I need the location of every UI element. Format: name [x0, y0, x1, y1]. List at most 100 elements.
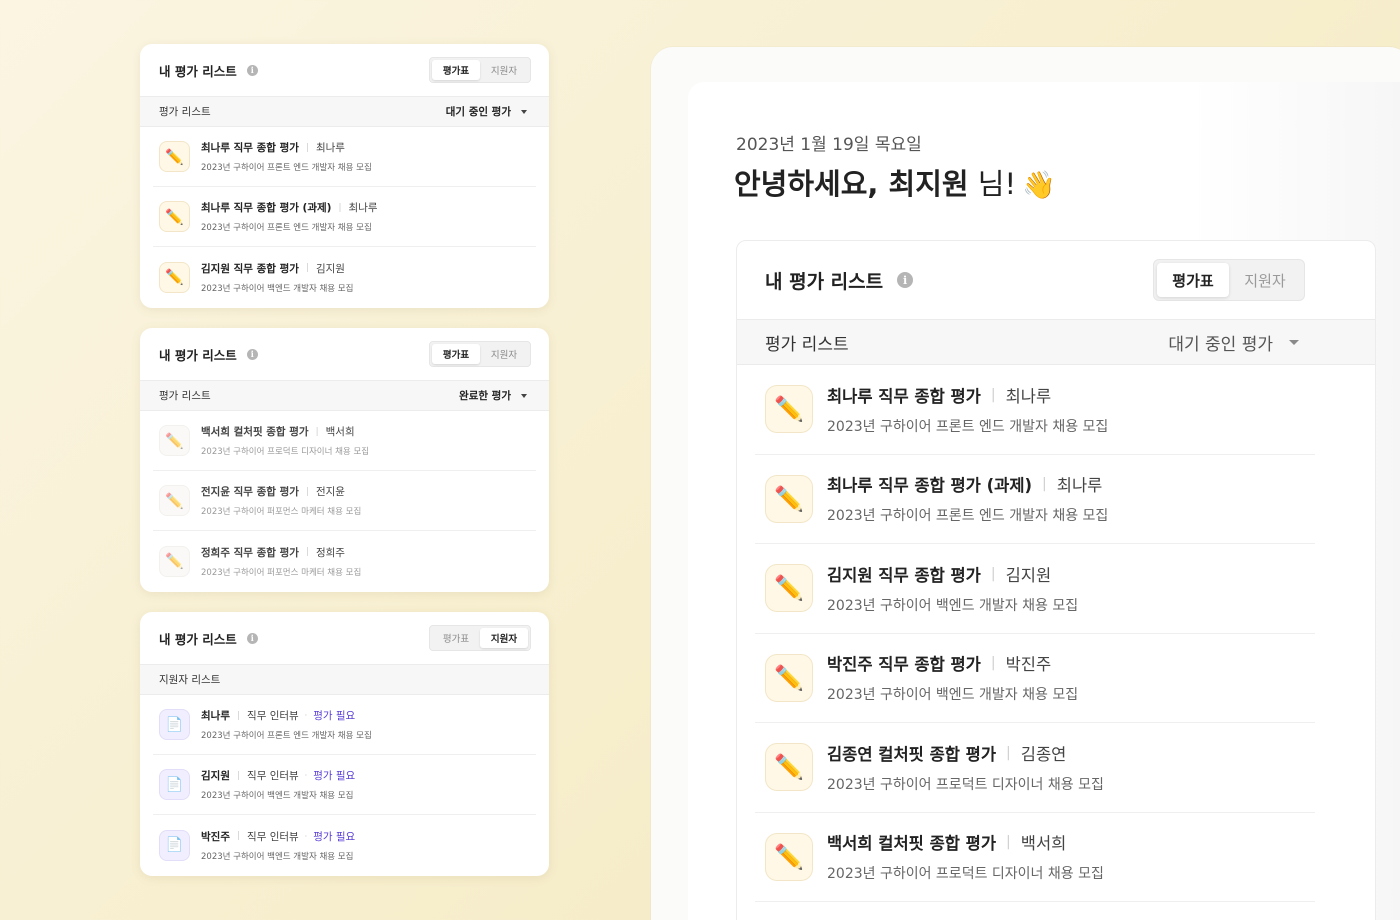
status-tag: 평가 필요 — [313, 770, 356, 782]
list-item[interactable]: ✏️ 김지원 직무 종합 평가 | 김지원 2023년 구하이어 백엔드 개발자 채… — [755, 544, 1315, 634]
separator: | — [305, 486, 309, 497]
pencil-icon: ✏️ — [159, 545, 190, 577]
item-name: 최나루 — [1005, 386, 1052, 406]
item-title: 최나루 직무 종합 평가 (과제) — [827, 476, 1033, 496]
applicant-name: 김지원 — [201, 770, 230, 782]
info-icon[interactable]: i — [246, 632, 258, 644]
caret-down-icon — [521, 109, 527, 114]
interview-type: 직무 인터뷰 — [247, 770, 299, 782]
separator: | — [236, 710, 241, 721]
tab-applicants[interactable]: 지원자 — [480, 60, 528, 80]
list-label: 평가 리스트 — [765, 334, 849, 355]
item-title: 박진주 직무 종합 평가 — [827, 655, 981, 675]
item-desc: 2023년 구하이어 퍼포먼스 마케터 채용 모집 — [201, 507, 362, 517]
item-name: 전지윤 — [315, 486, 345, 498]
tab-eval-sheet[interactable]: 평가표 — [432, 60, 480, 80]
item-name: 최나루 — [1056, 476, 1103, 496]
status-dropdown[interactable]: 대기 중인 평가 — [446, 104, 527, 119]
list-item[interactable]: ✏️ 김지원 직무 종합 평가 | 김지원 2023년 구하이어 백엔드 개발자 채… — [153, 247, 536, 307]
item-title: 김지원 직무 종합 평가 — [827, 565, 981, 585]
main-eval-list-card: 내 평가 리스트 i 평가표 지원자 평가 리스트 대기 중인 평가 ✏️ 최나… — [736, 240, 1376, 920]
list-item[interactable]: ✏️ 전지윤 직무 종합 평가 | 전지윤 2023년 구하이어 퍼포먼스 마케터 … — [153, 471, 536, 531]
pencil-icon: ✏️ — [765, 743, 813, 792]
list-item[interactable]: ✏️ 최나루 직무 종합 평가 | 최나루 2023년 구하이어 프론트 엔드 개발… — [755, 365, 1315, 455]
separator: | — [305, 547, 309, 557]
separator: | — [1042, 476, 1047, 493]
item-desc: 2023년 구하이어 프론트 엔드 개발자 채용 모집 — [827, 418, 1109, 435]
view-toggle: 평가표 지원자 — [1153, 259, 1305, 301]
document-icon: 📄 — [159, 709, 190, 740]
card-header: 내 평가 리스트 i 평가표 지원자 — [737, 241, 1375, 319]
info-icon[interactable]: i — [897, 272, 914, 288]
item-name: 박진주 — [1005, 655, 1052, 675]
list-item[interactable]: ✏️ 정희주 직무 종합 평가 | 정희주 2023년 구하이어 퍼포먼스 마케터 … — [153, 531, 536, 591]
pencil-icon: ✏️ — [159, 485, 190, 516]
list-item[interactable]: ✏️ 최나루 직무 종합 평가 | 최나루 2023년 구하이어 프론트 엔드 개발… — [153, 127, 536, 187]
caret-down-icon — [1289, 339, 1299, 345]
card-title: 내 평가 리스트 — [159, 631, 237, 647]
separator: | — [1006, 744, 1011, 761]
separator: | — [305, 142, 309, 153]
status-dropdown-value: 대기 중인 평가 — [445, 106, 511, 118]
card-header: 내 평가 리스트 i 평가표 지원자 — [140, 612, 549, 664]
status-dropdown-value: 완료한 평가 — [459, 390, 511, 402]
status-dropdown[interactable]: 완료한 평가 — [459, 388, 527, 403]
status-tag: 평가 필요 — [313, 830, 356, 843]
tab-eval-sheet[interactable]: 평가표 — [432, 628, 480, 648]
item-desc: 2023년 구하이어 백엔드 개발자 채용 모집 — [827, 687, 1079, 704]
applicant-item[interactable]: 📄 김지원 | 직무 인터뷰 · 평가 필요 2023년 구하이어 백엔드 개발자 채용… — [153, 755, 536, 815]
pencil-icon: ✏️ — [159, 201, 190, 232]
applicant-list-card: 내 평가 리스트 i 평가표 지원자 지원자 리스트 📄 최나루 | 직무 인터뷰 ·… — [140, 612, 549, 876]
view-toggle: 평가표 지원자 — [429, 57, 531, 83]
separator: | — [1006, 834, 1011, 851]
today-date: 2023년 1월 19일 목요일 — [736, 135, 922, 155]
list-item[interactable]: ✏️ 백서희 컬처핏 종합 평가 | 백서희 2023년 구하이어 프로덕트 디자이… — [153, 411, 536, 471]
tab-applicants[interactable]: 지원자 — [1229, 263, 1301, 297]
item-name: 최나루 — [315, 142, 345, 154]
item-title: 백서희 컬처핏 종합 평가 — [827, 834, 997, 854]
item-name: 정희주 — [315, 546, 345, 559]
view-toggle: 평가표 지원자 — [429, 625, 531, 651]
interview-type: 직무 인터뷰 — [247, 830, 299, 843]
item-desc: 2023년 구하이어 프론트 엔드 개발자 채용 모집 — [201, 163, 372, 173]
list-item[interactable]: ✏️ 최나루 직무 종합 평가 (과제) | 최나루 2023년 구하이어 프론트 … — [755, 455, 1315, 544]
interview-type: 직무 인터뷰 — [247, 710, 299, 722]
item-desc: 2023년 구하이어 프로덕트 디자이너 채용 모집 — [201, 447, 370, 457]
info-icon[interactable]: i — [246, 64, 258, 76]
tab-applicants[interactable]: 지원자 — [480, 628, 528, 648]
item-name: 김지원 — [315, 262, 345, 275]
pencil-icon: ✏️ — [159, 141, 190, 172]
pencil-icon: ✏️ — [765, 832, 813, 881]
list-label: 평가 리스트 — [159, 390, 211, 402]
item-title: 백서희 컬처핏 종합 평가 — [201, 426, 309, 438]
separator: | — [990, 655, 996, 672]
list-item[interactable]: ✏️ 최나루 직무 종합 평가 (과제) | 최나루 2023년 구하이어 프론트 … — [153, 187, 536, 247]
separator: | — [338, 202, 342, 213]
list-item[interactable]: ✏️ 백서희 컬처핏 종합 평가 | 백서희 2023년 구하이어 프로덕트 디자이… — [755, 813, 1315, 902]
applicant-item[interactable]: 📄 박진주 | 직무 인터뷰 · 평가 필요 2023년 구하이어 백엔드 개발자 채용… — [153, 815, 536, 875]
list-item[interactable]: ✏️ 김종연 컬처핏 종합 평가 | 김종연 2023년 구하이어 프로덕트 디자이… — [755, 723, 1315, 813]
item-desc: 2023년 구하이어 백엔드 개발자 채용 모집 — [827, 597, 1079, 614]
waving-hand-icon: 👋 — [1022, 170, 1056, 201]
list-item[interactable]: ✏️ 박진주 직무 종합 평가 | 박진주 2023년 구하이어 백엔드 개발자 채… — [755, 634, 1315, 723]
list-subheader: 지원자 리스트 — [140, 664, 549, 695]
applicant-name: 최나루 — [201, 710, 230, 722]
list-subheader: 평가 리스트 완료한 평가 — [140, 380, 549, 411]
tab-eval-sheet[interactable]: 평가표 — [1157, 263, 1229, 297]
separator: | — [990, 565, 996, 582]
tab-applicants[interactable]: 지원자 — [480, 344, 528, 364]
list-subheader: 평가 리스트 대기 중인 평가 — [140, 96, 549, 127]
tab-eval-sheet[interactable]: 평가표 — [432, 344, 480, 364]
item-name: 백서희 — [325, 426, 355, 438]
info-icon[interactable]: i — [246, 348, 258, 360]
item-title: 정희주 직무 종합 평가 — [201, 546, 299, 559]
item-title: 김종연 컬처핏 종합 평가 — [827, 744, 997, 764]
item-desc: 2023년 구하이어 프로덕트 디자이너 채용 모집 — [827, 776, 1104, 793]
applicant-item[interactable]: 📄 최나루 | 직무 인터뷰 · 평가 필요 2023년 구하이어 프론트 엔드 개발자… — [153, 695, 536, 755]
pencil-icon: ✏️ — [765, 474, 813, 523]
separator: | — [990, 386, 996, 403]
pencil-icon: ✏️ — [765, 564, 813, 613]
status-dropdown[interactable]: 대기 중인 평가 — [1168, 330, 1299, 355]
item-desc: 2023년 구하이어 퍼포먼스 마케터 채용 모집 — [201, 567, 362, 578]
item-desc: 2023년 구하이어 백엔드 개발자 채용 모집 — [201, 283, 354, 294]
